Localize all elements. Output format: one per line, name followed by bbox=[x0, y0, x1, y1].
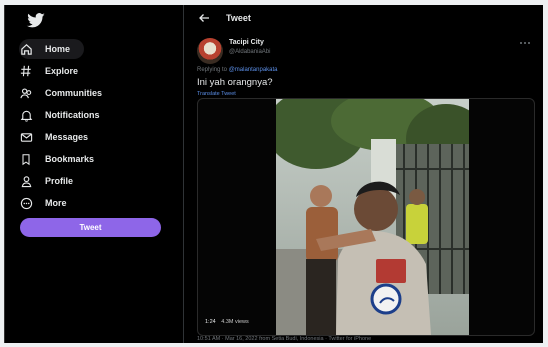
sidebar-item-label: More bbox=[45, 198, 67, 208]
mention-link[interactable]: @malantanpakata bbox=[229, 67, 278, 73]
sidebar-item-label: Messages bbox=[45, 132, 89, 142]
video-duration: 1:24 bbox=[205, 319, 216, 325]
sidebar-item-label: Profile bbox=[45, 176, 74, 186]
sidebar-item-label: Bookmarks bbox=[45, 154, 95, 164]
sidebar-item-label: Notifications bbox=[45, 110, 100, 120]
app-window: Home Explore Communities Notifications M bbox=[4, 5, 543, 343]
bell-icon bbox=[19, 108, 33, 122]
sidebar-item-communities[interactable]: Communities bbox=[19, 83, 102, 103]
home-icon bbox=[19, 42, 33, 56]
sidebar-item-home[interactable]: Home bbox=[19, 39, 85, 59]
tweet-button[interactable]: Tweet bbox=[20, 218, 161, 237]
video-stats: 1:24 4.3M views bbox=[205, 319, 249, 325]
sidebar-item-label: Communities bbox=[45, 88, 103, 98]
replying-to-line: Replying to @malantanpakata bbox=[197, 67, 278, 73]
person-icon bbox=[19, 174, 33, 188]
video-frame-image[interactable] bbox=[276, 99, 469, 335]
hashtag-icon bbox=[19, 64, 33, 78]
sidebar-item-label: Home bbox=[45, 44, 71, 54]
sidebar-item-profile[interactable]: Profile bbox=[19, 171, 73, 191]
video-player[interactable]: 1:24 4.3M views bbox=[197, 98, 535, 336]
author-name[interactable]: Tacipi City bbox=[229, 39, 264, 46]
sidebar-item-more[interactable]: More bbox=[19, 193, 67, 213]
author-handle[interactable]: @AldabaniaAbi bbox=[229, 49, 270, 55]
sidebar-item-explore[interactable]: Explore bbox=[19, 61, 78, 81]
sidebar-item-label: Explore bbox=[45, 66, 79, 76]
more-circle-icon bbox=[19, 196, 33, 210]
page-header: Tweet bbox=[184, 5, 543, 33]
sidebar-item-notifications[interactable]: Notifications bbox=[19, 105, 100, 125]
bookmark-icon bbox=[19, 152, 33, 166]
page-title: Tweet bbox=[226, 13, 251, 23]
tweet-timestamp[interactable]: 10:51 AM · Mar 16, 2022 from Setia Budi,… bbox=[197, 336, 371, 342]
tweet-text: Ini yah orangnya? bbox=[197, 77, 273, 88]
sidebar: Home Explore Communities Notifications M bbox=[5, 5, 182, 343]
sidebar-item-messages[interactable]: Messages bbox=[19, 127, 88, 147]
video-views: 4.3M views bbox=[221, 319, 249, 325]
twitter-bird-icon[interactable] bbox=[25, 13, 47, 29]
replying-to-label: Replying to bbox=[197, 67, 228, 73]
communities-icon bbox=[19, 86, 33, 100]
main-column: Tweet Tacipi City @AldabaniaAbi Replying… bbox=[183, 5, 543, 343]
more-options-icon[interactable] bbox=[518, 39, 532, 47]
sidebar-item-bookmarks[interactable]: Bookmarks bbox=[19, 149, 94, 169]
back-arrow-icon[interactable] bbox=[197, 11, 211, 25]
translate-link[interactable]: Translate Tweet bbox=[197, 91, 236, 97]
avatar[interactable] bbox=[197, 38, 223, 64]
envelope-icon bbox=[19, 130, 33, 144]
